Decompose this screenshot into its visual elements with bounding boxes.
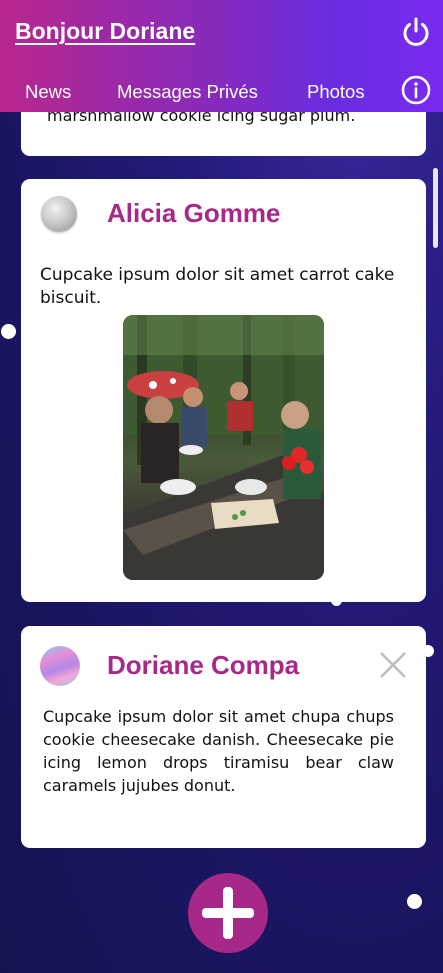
post-card: Doriane Compa Cupcake ipsum dolor sit am… [21, 626, 426, 848]
add-post-button[interactable] [188, 873, 268, 953]
decorative-dot [407, 894, 422, 909]
tab-news[interactable]: News [25, 81, 71, 103]
avatar[interactable] [41, 196, 77, 232]
greeting-title[interactable]: Bonjour Doriane [15, 18, 195, 45]
close-icon[interactable] [378, 650, 408, 680]
post-photo[interactable] [123, 315, 324, 580]
app-header: Bonjour Doriane News Messages Privés Pho… [0, 0, 443, 112]
power-icon[interactable] [400, 16, 432, 48]
post-text: Cupcake ipsum dolor sit amet carrot cake… [40, 265, 395, 308]
post-author[interactable]: Doriane Compa [107, 650, 299, 681]
post-card: Alicia Gomme Cupcake ipsum dolor sit ame… [21, 179, 426, 602]
tab-photos[interactable]: Photos [307, 81, 365, 103]
decorative-dot [1, 324, 16, 339]
post-author[interactable]: Alicia Gomme [107, 198, 280, 229]
avatar[interactable] [40, 646, 80, 686]
info-icon[interactable] [401, 75, 431, 105]
scrollbar-thumb[interactable] [433, 168, 438, 248]
nav-bar: News Messages Privés Photos [0, 78, 443, 108]
post-text: Cupcake ipsum dolor sit amet chupa chups… [43, 707, 394, 795]
tab-private-messages[interactable]: Messages Privés [117, 81, 258, 103]
